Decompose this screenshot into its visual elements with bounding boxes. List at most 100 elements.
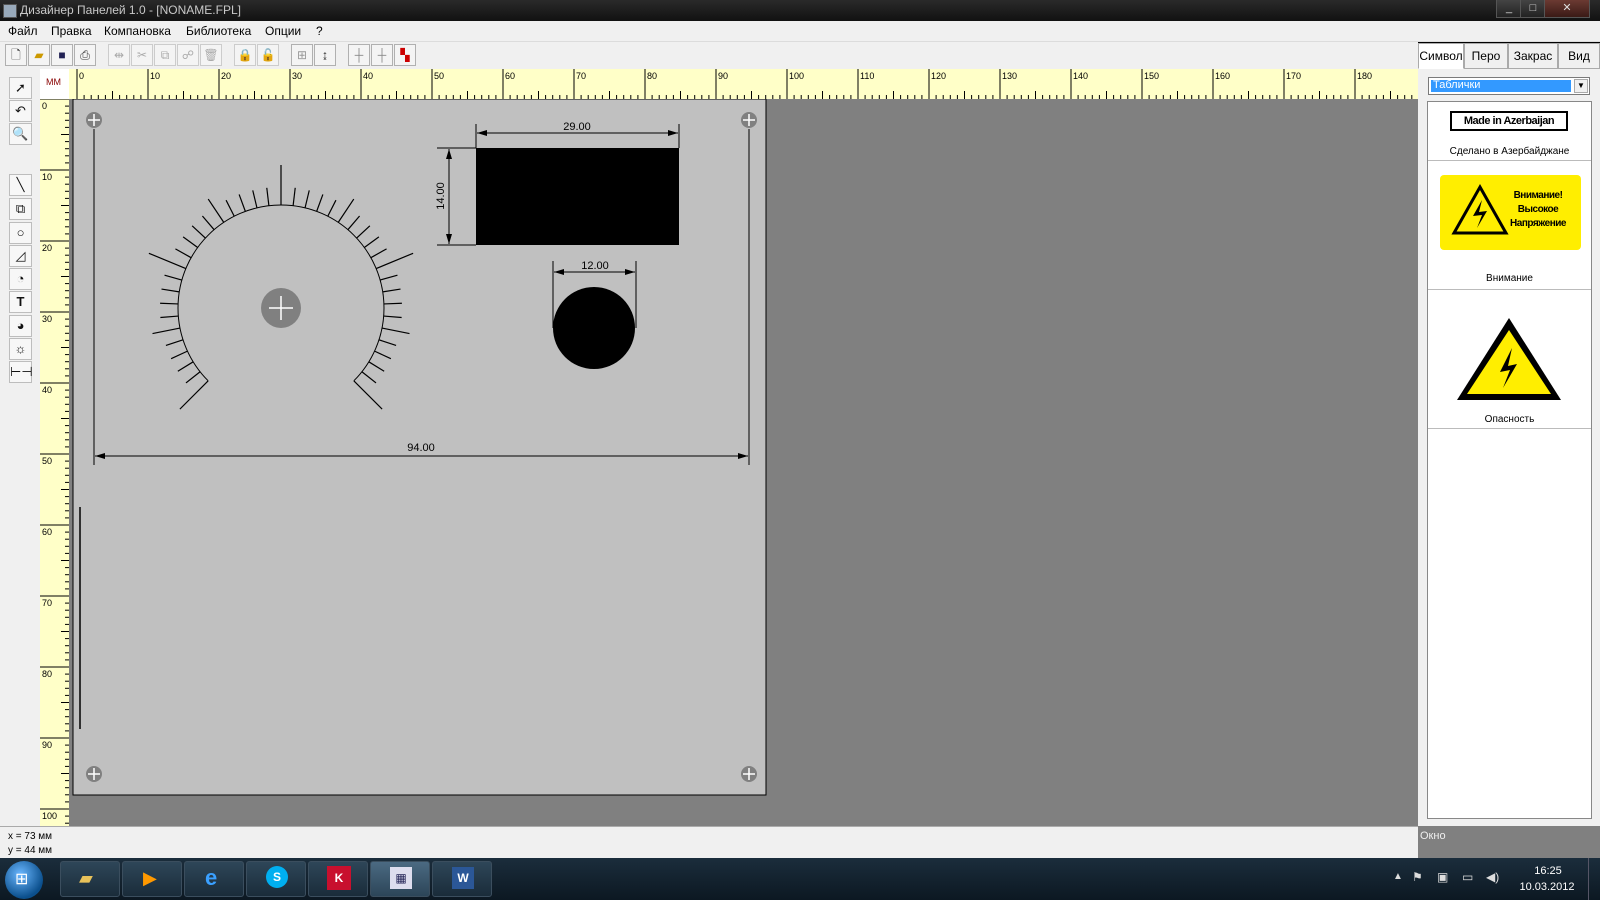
- status-window-label: Окно: [1420, 830, 1446, 842]
- center-h-button[interactable]: ┼: [348, 44, 370, 66]
- media-player-icon: ▶: [143, 868, 157, 888]
- tray-time[interactable]: 16:25: [1520, 865, 1576, 877]
- horizontal-ruler: 0 10 20 30 40 50 60 70 80 90 100 110 120 130 140 150 160…: [69, 69, 1418, 100]
- line-icon: ╲: [16, 177, 25, 192]
- made-in-sign: Made in Azerbaijan: [1450, 111, 1568, 131]
- ruler-label: 170: [1286, 71, 1301, 81]
- tray-flag-icon[interactable]: ⚑: [1412, 870, 1423, 884]
- rotate-tool[interactable]: ↶: [9, 100, 32, 122]
- polygon-icon: ◿: [15, 248, 26, 263]
- tab-symbol[interactable]: Символ: [1418, 43, 1464, 69]
- tray-date[interactable]: 10.03.2012: [1514, 881, 1580, 893]
- maximize-button[interactable]: □: [1520, 0, 1546, 18]
- center-h-icon: ┼: [354, 48, 364, 62]
- taskbar-explorer[interactable]: ▰: [60, 861, 120, 897]
- tab-fill[interactable]: Закрас: [1508, 43, 1558, 69]
- circle-tool[interactable]: ○: [9, 222, 32, 244]
- show-desktop-button[interactable]: [1588, 858, 1600, 900]
- menu-bar: Файл Правка Компановка Библиотека Опции …: [0, 21, 1600, 42]
- drawing-canvas[interactable]: 29.00 14.00 12.00 94.00: [69, 99, 1418, 826]
- tab-pen[interactable]: Перо: [1464, 43, 1508, 69]
- menu-options[interactable]: Опции: [265, 24, 301, 38]
- mount-hole-br[interactable]: [741, 766, 757, 782]
- align-button[interactable]: ⇹: [108, 44, 130, 66]
- group-button[interactable]: ☍: [177, 44, 199, 66]
- measure-tool[interactable]: ⊢⊣: [9, 361, 33, 383]
- open-file-button[interactable]: ▰: [28, 44, 50, 66]
- tab-view[interactable]: Вид: [1558, 43, 1600, 69]
- arc-tool[interactable]: ◔: [9, 268, 32, 290]
- taskbar-ie[interactable]: e: [184, 861, 244, 897]
- new-file-button[interactable]: 🗋: [5, 44, 27, 66]
- save-button[interactable]: ■: [51, 44, 73, 66]
- symbol-icon: ◕: [16, 318, 25, 333]
- tool-strip: ➚ ↶ 🔍 ╲ ⧉ ○ ◿ ◔ T ◕ ☼ ⊢⊣: [0, 69, 40, 826]
- tray-device-icon[interactable]: ▣: [1437, 870, 1448, 884]
- rectangle-tool[interactable]: ⧉: [9, 198, 32, 220]
- text-tool[interactable]: T: [9, 291, 32, 313]
- symbol-item-danger[interactable]: Опасность: [1428, 290, 1591, 429]
- taskbar-panel-designer[interactable]: ▦: [370, 861, 430, 897]
- arrow-cursor-icon: ➚: [15, 80, 26, 95]
- ruler-label: 80: [42, 669, 52, 679]
- minimize-button[interactable]: _: [1496, 0, 1522, 18]
- cut-button[interactable]: ✂: [131, 44, 153, 66]
- mount-hole-tl[interactable]: [86, 112, 102, 128]
- workspace[interactable]: 29.00 14.00 12.00 94.00: [69, 99, 1418, 826]
- delete-button[interactable]: 🗑: [200, 44, 222, 66]
- chevron-down-icon[interactable]: ▼: [1574, 79, 1588, 93]
- word-icon: W: [452, 867, 474, 889]
- line-tool[interactable]: ╲: [9, 174, 32, 196]
- print-button[interactable]: ⎙: [74, 44, 96, 66]
- polygon-tool[interactable]: ◿: [9, 245, 32, 267]
- taskbar-word[interactable]: W: [432, 861, 492, 897]
- taskbar-kaspersky[interactable]: K: [308, 861, 368, 897]
- display-cutout[interactable]: [476, 148, 679, 245]
- menu-file[interactable]: Файл: [8, 24, 38, 38]
- cut-icon: ✂: [136, 48, 148, 62]
- center-v-button[interactable]: ┼: [371, 44, 393, 66]
- symbol-panel: Таблички ▼ Made in Azerbaijan Сделано в …: [1418, 69, 1600, 826]
- status-bar: x = 73 мм y = 44 мм: [0, 826, 1418, 859]
- scale-tool[interactable]: ☼: [9, 338, 32, 360]
- zoom-tool[interactable]: 🔍: [9, 123, 32, 145]
- ruler-label: 150: [1144, 71, 1159, 81]
- dial-center-hole[interactable]: [261, 288, 301, 328]
- copy-button[interactable]: ⧉: [154, 44, 176, 66]
- tray-expand-icon[interactable]: ▲: [1393, 871, 1403, 882]
- lock-button[interactable]: 🔒: [234, 44, 256, 66]
- color-button[interactable]: ▚: [394, 44, 416, 66]
- dim-circle-label: 12.00: [581, 260, 609, 272]
- taskbar-skype[interactable]: S: [246, 861, 306, 897]
- menu-edit[interactable]: Правка: [51, 24, 92, 38]
- symbol-caption: Сделано в Азербайджане: [1449, 146, 1570, 157]
- taskbar-media-player[interactable]: ▶: [122, 861, 182, 897]
- round-cutout[interactable]: [553, 287, 635, 369]
- symbol-tool[interactable]: ◕: [9, 315, 32, 337]
- text-icon: T: [16, 294, 25, 309]
- menu-library[interactable]: Библиотека: [186, 24, 251, 38]
- menu-help[interactable]: ?: [316, 24, 323, 38]
- mount-hole-bl[interactable]: [86, 766, 102, 782]
- grid-button[interactable]: ⊞: [291, 44, 313, 66]
- ruler-label: 100: [42, 811, 57, 821]
- color-palette-icon: ▚: [400, 48, 410, 62]
- symbol-item-made-in[interactable]: Made in Azerbaijan Сделано в Азербайджан…: [1428, 102, 1591, 161]
- mount-hole-tr[interactable]: [741, 112, 757, 128]
- tray-volume-icon[interactable]: ◀): [1486, 870, 1499, 884]
- unlock-button[interactable]: 🔓: [257, 44, 279, 66]
- app-icon: [3, 4, 17, 18]
- symbol-item-attention[interactable]: Внимание! Высокое Напряжение Внимание: [1428, 161, 1591, 290]
- start-button[interactable]: ⊞: [5, 861, 43, 899]
- category-dropdown[interactable]: Таблички ▼: [1428, 77, 1590, 95]
- calculator-icon: ▦: [390, 867, 412, 889]
- select-tool[interactable]: ➚: [9, 77, 32, 99]
- dial-tick: [160, 302, 179, 305]
- close-button[interactable]: ✕: [1544, 0, 1590, 18]
- ruler-unit-label: ММ: [46, 77, 61, 87]
- title-bar: Дизайнер Панелей 1.0 - [NONAME.FPL] _ □ …: [0, 0, 1600, 21]
- ruler-label: 80: [647, 71, 657, 81]
- tray-network-icon[interactable]: ▭: [1462, 870, 1473, 884]
- dimension-button[interactable]: ↨: [314, 44, 336, 66]
- menu-layout[interactable]: Компановка: [104, 24, 171, 38]
